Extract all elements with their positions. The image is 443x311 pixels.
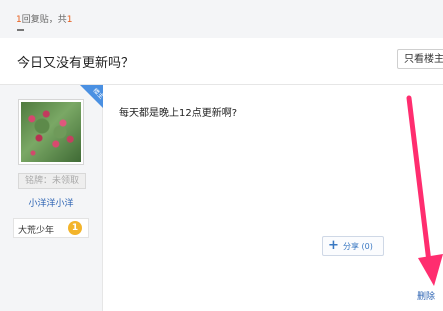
level-name: 大荒少年	[18, 226, 55, 236]
avatar-image	[21, 102, 81, 162]
share-button[interactable]: + 分享 (0)	[322, 236, 384, 256]
author-sidebar: 铭牌：未领取 小洋洋小洋 大荒少年 1	[0, 85, 103, 311]
nameplate-badge[interactable]: 铭牌：未领取	[18, 173, 86, 189]
level-star-icon: 1	[68, 221, 82, 235]
only-owner-button[interactable]: 只看楼主	[397, 49, 443, 69]
owner-ribbon-icon: 楼主	[80, 85, 104, 109]
reply-stats-bar: 1回复贴，共1	[0, 0, 443, 39]
page-count: 1	[66, 15, 73, 25]
thread-title: 今日又没有更新吗？	[17, 56, 135, 71]
delete-link[interactable]: 删除	[417, 289, 435, 302]
divider-mark	[17, 29, 24, 31]
post-text: 每天都是晚上12点更新啊?	[119, 108, 238, 119]
level-box[interactable]: 大荒少年 1	[13, 218, 89, 238]
reply-text: 回复贴，共	[21, 15, 67, 25]
avatar[interactable]	[18, 99, 84, 165]
plus-icon: +	[328, 238, 339, 253]
reply-stats: 1回复贴，共1	[16, 12, 72, 25]
post-content-area: 每天都是晚上12点更新啊? + 分享 (0) 删除	[103, 85, 443, 311]
username-link[interactable]: 小洋洋小洋	[0, 196, 102, 209]
thread-title-bar: 今日又没有更新吗？ 只看楼主	[0, 38, 443, 85]
share-label: 分享 (0)	[343, 242, 373, 251]
